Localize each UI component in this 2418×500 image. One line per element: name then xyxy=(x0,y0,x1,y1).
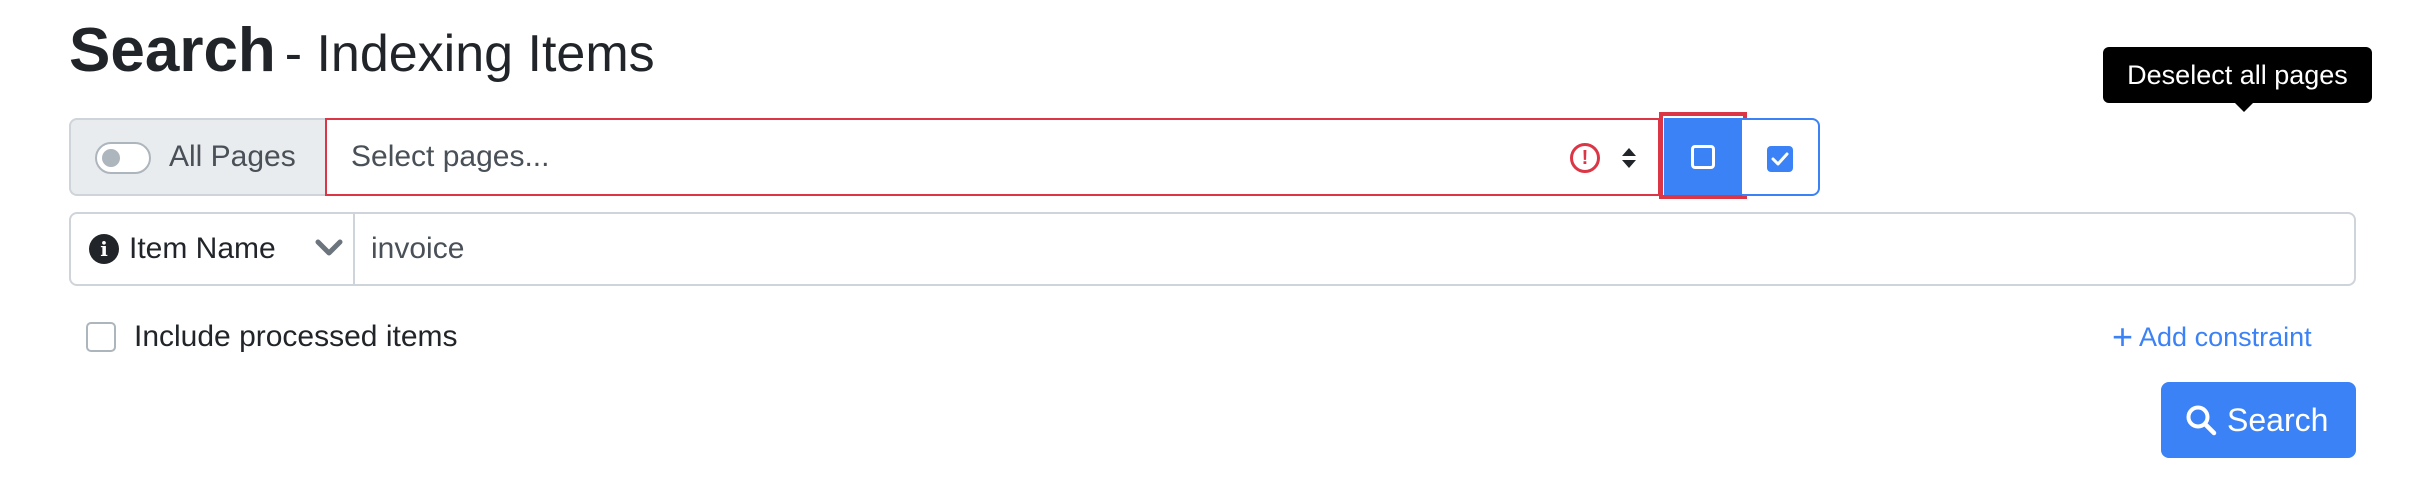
pages-filter-group: All Pages Select pages... ! xyxy=(69,112,2356,199)
page-title-main: Search xyxy=(69,16,276,85)
search-icon xyxy=(2186,405,2217,436)
field-select[interactable]: i Item Name xyxy=(71,214,355,284)
pages-select[interactable]: Select pages... ! xyxy=(325,118,1660,196)
select-all-pages-button[interactable] xyxy=(1742,118,1820,196)
toggle-knob xyxy=(102,149,120,167)
all-pages-toggle[interactable] xyxy=(95,142,151,174)
all-pages-toggle-group: All Pages xyxy=(69,118,327,196)
include-processed-checkbox[interactable] xyxy=(86,322,116,352)
page-title: Search - Indexing Items xyxy=(69,12,655,99)
deselect-tooltip: Deselect all pages xyxy=(2103,47,2372,103)
page-title-subtitle: - Indexing Items xyxy=(284,25,655,83)
constraint-value-input[interactable] xyxy=(371,214,2271,284)
include-processed-label: Include processed items xyxy=(134,320,458,353)
constraint-row: i Item Name xyxy=(69,212,2356,286)
add-constraint-label: Add constraint xyxy=(2139,322,2312,352)
search-button[interactable]: Search xyxy=(2161,382,2356,458)
all-pages-label: All Pages xyxy=(169,140,296,173)
tooltip-arrow xyxy=(2234,102,2254,112)
field-select-label: Item Name xyxy=(129,232,276,265)
checked-checkbox-icon xyxy=(1767,146,1793,172)
search-button-label: Search xyxy=(2227,402,2329,438)
deselect-all-pages-button[interactable] xyxy=(1664,118,1742,196)
pages-select-placeholder: Select pages... xyxy=(351,140,550,173)
error-icon: ! xyxy=(1570,143,1600,173)
search-page: Search - Indexing Items All Pages Select… xyxy=(0,0,2418,500)
sort-arrows-icon xyxy=(1622,148,1636,168)
empty-checkbox-icon xyxy=(1691,145,1715,169)
plus-icon: + xyxy=(2112,316,2134,357)
chevron-down-icon xyxy=(315,239,343,256)
info-icon: i xyxy=(89,234,119,264)
add-constraint-link[interactable]: + Add constraint xyxy=(2112,316,2312,358)
